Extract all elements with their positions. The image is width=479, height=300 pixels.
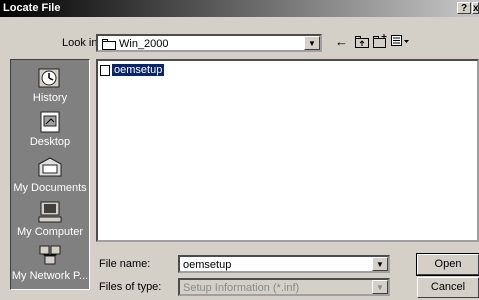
look-in-value: Win_2000 [119,38,169,50]
file-name: oemsetup [112,64,165,76]
file-name-label: File name: [99,258,151,270]
files-of-type-select[interactable]: Setup Information (*.inf) ▼ [178,278,390,296]
list-item[interactable]: oemsetup [100,64,165,76]
inf-file-icon [100,64,110,76]
place-label: Desktop [29,136,71,148]
place-desktop[interactable]: Desktop [11,110,89,148]
open-button[interactable]: Open [416,253,479,276]
place-my-network[interactable]: My Network P... [11,244,89,282]
place-label: My Computer [16,226,84,238]
network-icon [39,245,61,265]
folder-icon [102,38,116,50]
history-icon [38,68,60,88]
file-list[interactable]: oemsetup [96,59,479,242]
file-name-dropdown-icon[interactable]: ▼ [372,257,388,271]
file-name-input[interactable]: oemsetup ▼ [178,255,390,273]
views-menu-icon[interactable] [391,35,411,47]
window-title: Locate File [3,2,61,14]
look-in-label: Look in: [62,37,101,49]
desktop-icon [40,111,60,133]
files-of-type-dropdown-icon[interactable]: ▼ [372,280,388,294]
files-of-type-label: Files of type: [99,281,162,293]
place-history[interactable]: History [11,66,89,104]
place-my-computer[interactable]: My Computer [11,200,89,238]
back-icon[interactable]: ← [335,34,348,49]
place-my-documents[interactable]: My Documents [11,156,89,194]
title-bar: Locate File ? x [0,0,479,17]
cancel-button[interactable]: Cancel [417,277,479,298]
places-bar: History Desktop My Documents My Computer [10,59,90,290]
up-folder-icon[interactable] [355,35,369,48]
close-button[interactable]: x [472,2,479,14]
place-label: My Network P... [11,270,89,282]
help-button[interactable]: ? [457,2,471,14]
place-label: History [32,92,68,104]
look-in-combo[interactable]: Win_2000 ▼ [96,34,322,52]
look-in-dropdown-icon[interactable]: ▼ [304,36,320,50]
place-label: My Documents [13,182,87,194]
new-folder-icon[interactable] [373,34,388,48]
my-documents-icon [38,157,62,177]
my-computer-icon [38,201,62,223]
